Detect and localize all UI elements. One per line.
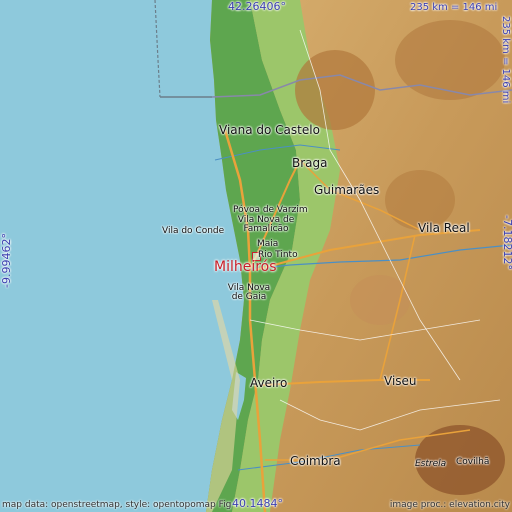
city-label: Vila do Conde — [162, 226, 225, 236]
city-label: Vila Real — [418, 221, 470, 235]
peak-label: Estrela — [415, 459, 447, 469]
city-label: Maia — [257, 239, 279, 249]
south-coordinate: 40.1484° — [232, 497, 283, 510]
mountain-relief — [395, 20, 505, 100]
city-label: Covilhã — [456, 457, 490, 467]
city-label: Vila Nova de Famalicão — [237, 215, 295, 234]
city-label: Póvoa de Varzim — [233, 205, 308, 215]
scale-label-vertical: 235 km = 146 mi — [500, 16, 511, 104]
city-label: Braga — [292, 156, 328, 170]
city-label: Viana do Castelo — [219, 123, 320, 137]
attribution-text: image proc.: elevation.city — [389, 500, 510, 510]
north-coordinate: 42.26406° — [228, 0, 286, 13]
city-label: Vila Nova de Gaia — [227, 283, 271, 302]
city-label: Aveiro — [250, 376, 288, 390]
city-label: Viseu — [384, 374, 417, 388]
city-label: Guimarães — [314, 183, 380, 197]
elevation-map: Viana do Castelo Braga Guimarães Póvoa d… — [0, 0, 512, 512]
attribution-text: map data: openstreetmap, style: opentopo… — [2, 500, 232, 510]
west-coordinate: -9.99462° — [0, 233, 13, 288]
place-name: Milheirós — [214, 259, 277, 275]
scale-label: 235 km = 146 mi — [410, 2, 498, 13]
east-coordinate: -7.18212° — [501, 215, 512, 270]
city-label: Coimbra — [290, 454, 341, 468]
mountain-relief — [295, 50, 375, 130]
